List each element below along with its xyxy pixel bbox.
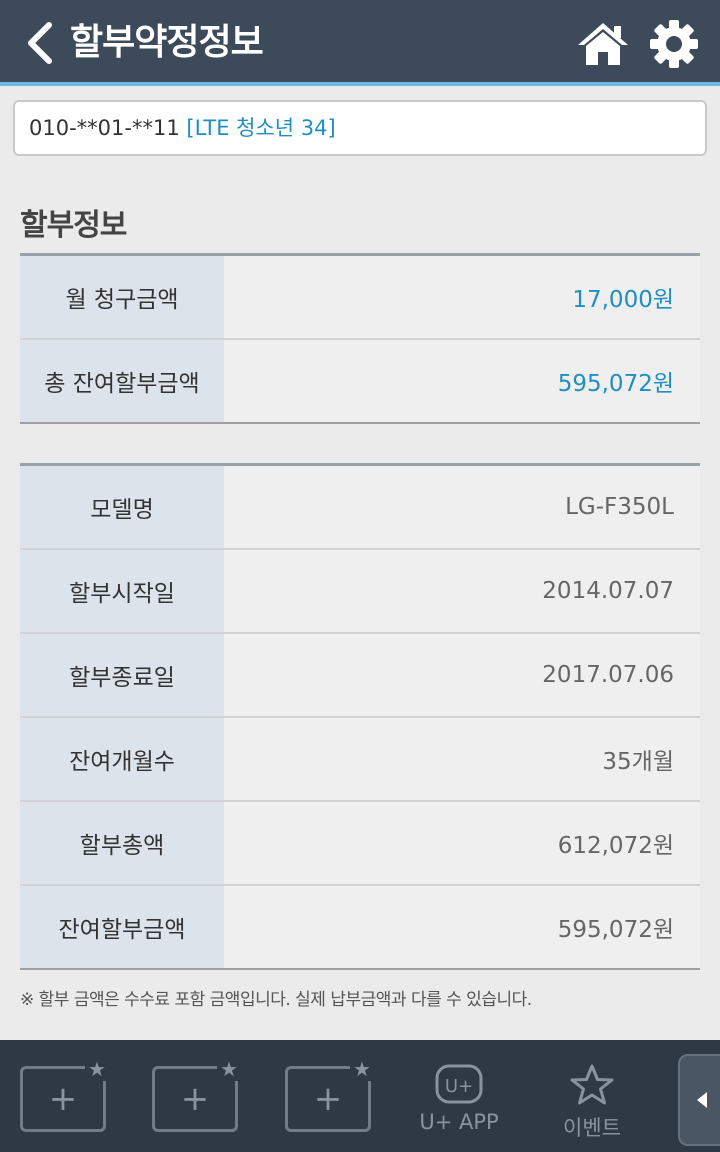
add-shortcut-button[interactable]: + ★	[285, 1057, 374, 1132]
event-label: 이벤트	[563, 1116, 621, 1140]
add-shortcut-button[interactable]: + ★	[20, 1057, 109, 1132]
row-label: 월 청구금액	[20, 254, 224, 340]
row-label: 할부시작일	[20, 548, 224, 634]
table-row: 월 청구금액 17,000원	[20, 254, 700, 340]
row-label: 총 잔여할부금액	[20, 338, 224, 423]
expand-drawer-button[interactable]	[678, 1054, 720, 1146]
home-icon	[578, 23, 628, 65]
bottom-shortcut-bar: + ★ + ★ + ★ U+ U+ APP 이벤트	[0, 1040, 720, 1152]
table-row: 잔여개월수 35개월	[20, 716, 700, 802]
star-icon: ★	[85, 1057, 109, 1081]
top-app-bar: 할부약정정보	[0, 0, 720, 86]
plan-name: [LTE 청소년 34]	[186, 116, 336, 140]
row-label: 모델명	[20, 464, 224, 550]
row-value: LG-F350L	[224, 464, 700, 550]
star-icon: ★	[217, 1057, 241, 1081]
billing-table: 월 청구금액 17,000원 총 잔여할부금액 595,072원	[20, 253, 700, 424]
home-button[interactable]	[576, 20, 630, 68]
add-shortcut-button[interactable]: + ★	[152, 1057, 241, 1132]
table-row: 잔여할부금액 595,072원	[20, 884, 700, 969]
row-value: 612,072원	[224, 800, 700, 886]
event-button[interactable]: 이벤트	[537, 1064, 647, 1148]
table-row: 할부종료일 2017.07.06	[20, 632, 700, 718]
phone-number: 010-**01-**11	[29, 116, 180, 140]
uplus-app-button[interactable]: U+ U+ APP	[404, 1064, 514, 1148]
uplus-app-label: U+ APP	[419, 1110, 499, 1134]
installment-detail-table: 모델명 LG-F350L 할부시작일 2014.07.07 할부종료일 2017…	[20, 463, 700, 970]
uplus-logo-text: U+	[445, 1076, 473, 1097]
table-row: 할부시작일 2014.07.07	[20, 548, 700, 634]
table-row: 총 잔여할부금액 595,072원	[20, 338, 700, 423]
settings-button[interactable]	[648, 18, 700, 70]
row-value: 2017.07.06	[224, 632, 700, 718]
star-icon: ★	[350, 1057, 374, 1081]
chevron-left-icon	[28, 22, 52, 64]
row-value: 2014.07.07	[224, 548, 700, 634]
row-value: 17,000원	[224, 254, 700, 340]
star-outline-icon	[570, 1064, 614, 1105]
gear-icon	[650, 20, 698, 68]
row-value: 595,072원	[224, 884, 700, 969]
chevron-left-icon	[697, 1092, 707, 1108]
section-title: 할부정보	[20, 208, 127, 243]
row-value: 35개월	[224, 716, 700, 802]
fee-notice: ※ 할부 금액은 수수료 포함 금액입니다. 실제 납부금액과 다를 수 있습니…	[20, 990, 532, 1010]
uplus-logo-icon: U+	[435, 1064, 483, 1104]
back-button[interactable]	[20, 18, 60, 68]
table-row: 모델명 LG-F350L	[20, 464, 700, 550]
row-label: 잔여할부금액	[20, 884, 224, 969]
row-label: 할부종료일	[20, 632, 224, 718]
table-row: 할부총액 612,072원	[20, 800, 700, 886]
row-label: 할부총액	[20, 800, 224, 886]
row-label: 잔여개월수	[20, 716, 224, 802]
phone-line-selector[interactable]: 010-**01-**11 [LTE 청소년 34]	[13, 100, 707, 156]
row-value: 595,072원	[224, 338, 700, 423]
page-title: 할부약정정보	[70, 22, 264, 63]
